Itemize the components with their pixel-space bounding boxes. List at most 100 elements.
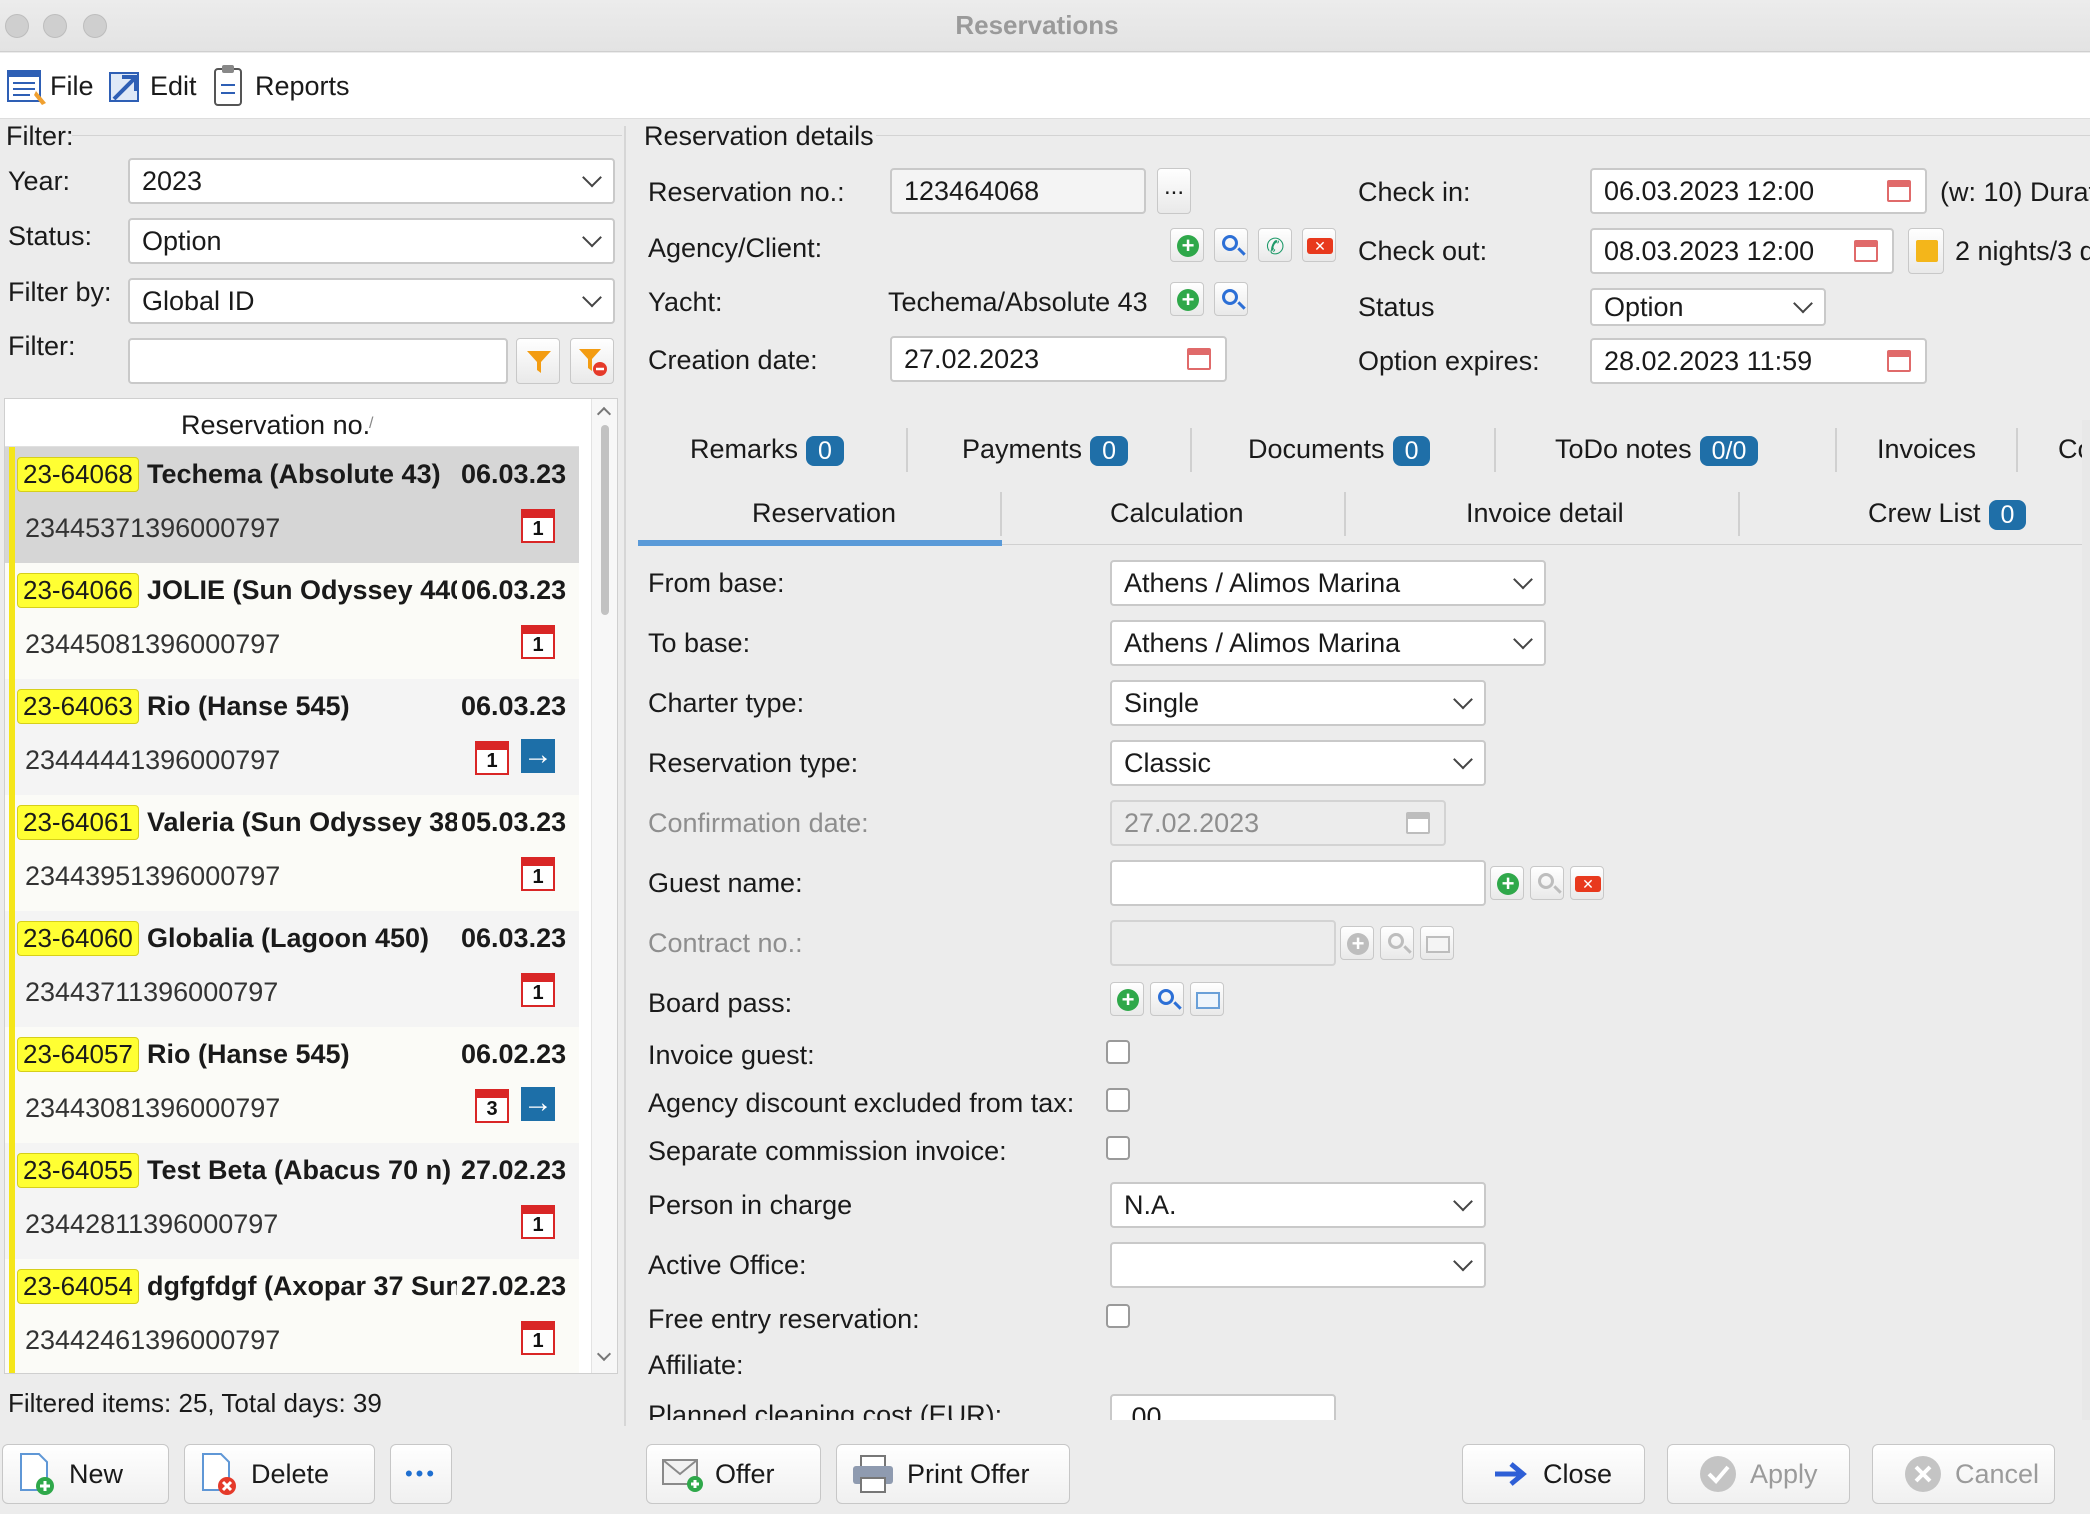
- guest-search-button[interactable]: [1530, 866, 1564, 900]
- tab-invoices[interactable]: Invoices: [1877, 434, 1976, 465]
- status-select[interactable]: Option: [1590, 288, 1826, 326]
- confirmation-date-value: 27.02.2023: [1124, 807, 1260, 838]
- title-bar: Reservations: [0, 0, 2090, 52]
- agency-remove-button[interactable]: ✕: [1302, 228, 1336, 262]
- tab-remarks-label: Remarks: [690, 434, 799, 464]
- reservation-no-more-button[interactable]: ...: [1157, 168, 1191, 214]
- cleaning-cost-input[interactable]: .00: [1110, 1394, 1336, 1420]
- contract-no-field: [1110, 920, 1336, 966]
- list-header[interactable]: Reservation no. /: [5, 399, 579, 447]
- board-pass-search-button[interactable]: [1150, 982, 1184, 1016]
- remove-tag-icon: ✕: [1575, 876, 1601, 892]
- list-item[interactable]: 23-64066 JOLIE (Sun Odyssey 440) 06.03.23 2…: [5, 563, 579, 679]
- plus-icon: +: [1497, 873, 1519, 895]
- active-office-select[interactable]: [1110, 1242, 1486, 1288]
- yacht-value: Techema/Absolute 43: [888, 287, 1148, 317]
- agency-discount-checkbox[interactable]: [1106, 1088, 1130, 1112]
- list-item[interactable]: 23-64054 dgfgfdgf (Axopar 37 Sun 27.02.23 2…: [5, 1259, 579, 1373]
- tab-payments[interactable]: Payments 0: [962, 434, 1128, 466]
- cancel-button[interactable]: Cancel: [1872, 1444, 2055, 1504]
- guest-remove-button[interactable]: ✕: [1570, 866, 1604, 900]
- to-base-select[interactable]: Athens / Alimos Marina: [1110, 620, 1546, 666]
- tab-invoice-detail[interactable]: Invoice detail: [1466, 498, 1624, 529]
- list-item[interactable]: 23-64060 Globalia (Lagoon 450) 06.03.23 234…: [5, 911, 579, 1027]
- yacht-name: Rio (Hanse 545): [147, 691, 350, 721]
- filter-text-input[interactable]: [128, 338, 508, 384]
- creation-date-field[interactable]: 27.02.2023: [890, 336, 1227, 382]
- separate-commission-checkbox[interactable]: [1106, 1136, 1130, 1160]
- apply-button[interactable]: Apply: [1667, 1444, 1850, 1504]
- list-item[interactable]: 23-64063 Rio (Hanse 545) 06.03.23 234444413…: [5, 679, 579, 795]
- calendar-icon[interactable]: [1887, 180, 1911, 202]
- calendar-icon[interactable]: [1187, 348, 1211, 370]
- free-entry-checkbox[interactable]: [1106, 1304, 1130, 1328]
- invoice-guest-checkbox[interactable]: [1106, 1040, 1130, 1064]
- option-expires-field[interactable]: 28.02.2023 11:59: [1590, 338, 1927, 384]
- note-button[interactable]: [1908, 228, 1944, 274]
- list-item[interactable]: 23-64068 Techema (Absolute 43) 06.03.23 234…: [5, 447, 579, 563]
- scroll-down-icon[interactable]: [596, 1346, 612, 1362]
- charter-type-select[interactable]: Single: [1110, 680, 1486, 726]
- apply-filter-button[interactable]: [516, 338, 560, 384]
- guest-add-button[interactable]: +: [1490, 866, 1524, 900]
- mail-icon: [1196, 992, 1220, 1009]
- guest-name-input[interactable]: [1110, 860, 1486, 906]
- chevron-down-icon: [582, 227, 602, 248]
- new-button-label: New: [69, 1458, 124, 1489]
- calendar-icon[interactable]: [1854, 240, 1878, 262]
- list-item[interactable]: 23-64057 Rio (Hanse 545) 06.02.23 234430813…: [5, 1027, 579, 1143]
- plus-icon: +: [1117, 989, 1139, 1011]
- from-base-select[interactable]: Athens / Alimos Marina: [1110, 560, 1546, 606]
- calendar-icon[interactable]: [1887, 350, 1911, 372]
- form-scrollbar[interactable]: [2082, 420, 2090, 1420]
- person-in-charge-select[interactable]: N.A.: [1110, 1182, 1486, 1228]
- agency-search-button[interactable]: [1214, 228, 1248, 262]
- menu-edit[interactable]: Edit: [108, 63, 208, 109]
- checkin-field[interactable]: 06.03.2023 12:00: [1590, 168, 1927, 214]
- reservation-type-select[interactable]: Classic: [1110, 740, 1486, 786]
- new-button[interactable]: New: [2, 1444, 169, 1504]
- list-item[interactable]: 23-64061 Valeria (Sun Odyssey 389 05.03.23…: [5, 795, 579, 911]
- scroll-thumb[interactable]: [601, 425, 609, 615]
- tab-reservation[interactable]: Reservation: [752, 498, 896, 529]
- status-stripe: [9, 911, 15, 1027]
- yacht-add-button[interactable]: +: [1170, 282, 1204, 316]
- menu-bar: File Edit Reports: [0, 53, 2090, 119]
- details-section-label: Reservation details: [644, 121, 874, 151]
- year-select[interactable]: 2023: [128, 158, 615, 204]
- status-filter-select[interactable]: Option: [128, 218, 615, 264]
- checkin-date: 06.02.23: [461, 1039, 567, 1069]
- checkout-field[interactable]: 08.03.2023 12:00: [1590, 228, 1894, 274]
- tab-remarks[interactable]: Remarks 0: [690, 434, 844, 466]
- scroll-up-icon[interactable]: [596, 406, 612, 422]
- print-offer-button[interactable]: Print Offer: [836, 1444, 1070, 1504]
- list-item[interactable]: 23-64055 Test Beta (Abacus 70 n) 27.02.23 2…: [5, 1143, 579, 1259]
- menu-file[interactable]: File: [6, 63, 116, 109]
- check-circle-icon: [1700, 1456, 1736, 1492]
- agency-add-button[interactable]: +: [1170, 228, 1204, 262]
- menu-reports[interactable]: Reports: [213, 61, 350, 111]
- filter-by-label: Filter by:: [8, 277, 112, 307]
- board-pass-add-button[interactable]: +: [1110, 982, 1144, 1016]
- chevron-down-icon: [1453, 749, 1473, 770]
- clear-filter-button[interactable]: [570, 338, 614, 384]
- calendar-days-icon: 1: [521, 1205, 555, 1239]
- delete-button[interactable]: Delete: [184, 1444, 375, 1504]
- yacht-search-button[interactable]: [1214, 282, 1248, 316]
- reservation-list: Reservation no. / 23-64068 Techema (Absol…: [4, 398, 618, 1374]
- offer-button[interactable]: Offer: [646, 1444, 821, 1504]
- agency-phone-button[interactable]: ✆: [1258, 228, 1292, 262]
- list-scrollbar[interactable]: [591, 399, 617, 1373]
- reservation-id-tag: 23-64066: [17, 573, 139, 608]
- close-button[interactable]: Close: [1462, 1444, 1645, 1504]
- filter-by-select[interactable]: Global ID: [128, 278, 615, 324]
- tab-documents[interactable]: Documents 0: [1248, 434, 1431, 466]
- invoice-guest-label: Invoice guest:: [648, 1040, 815, 1070]
- search-icon: [1538, 873, 1554, 889]
- tab-crew-list[interactable]: Crew List 0: [1868, 498, 2027, 530]
- menu-file-label: File: [50, 71, 94, 101]
- board-pass-mail-button[interactable]: [1190, 982, 1224, 1016]
- tab-todo-notes[interactable]: ToDo notes 0/0: [1555, 434, 1759, 466]
- more-actions-button[interactable]: •••: [390, 1444, 452, 1504]
- tab-calculation[interactable]: Calculation: [1110, 498, 1244, 529]
